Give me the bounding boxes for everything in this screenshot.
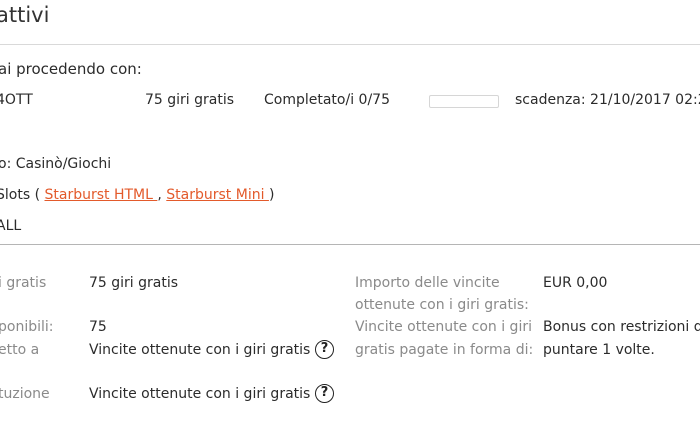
row2-right-value-line2: puntare 1 volte. — [543, 342, 655, 358]
row2-value-line2: Vincite ottenute con i giri gratis — [89, 342, 311, 358]
row2-value-line1: 75 — [89, 319, 107, 335]
promo-free-spins: 75 giri gratis — [145, 92, 235, 108]
row1-right-label-line1: Importo delle vincite — [355, 275, 500, 291]
row2-right-label-line2: gratis pagate in forma di: — [355, 342, 534, 358]
row1-right-value: EUR 0,00 — [543, 275, 608, 291]
slots-line: Slots ( Starburst HTML , Starburst Mini … — [0, 187, 274, 203]
row2-label-line2: etto a — [0, 342, 40, 358]
bonus-page: attivi ai procedendo con: 4OTT 75 giri g… — [0, 0, 700, 441]
slots-suffix: ) — [268, 187, 275, 203]
category-line: o: Casinò/Giochi — [0, 156, 112, 172]
row3-label: tuzione — [0, 386, 50, 402]
title-divider — [0, 44, 700, 45]
row1-right-label-line2: ottenute con i giri gratis: — [355, 297, 529, 313]
promo-completed: Completato/i 0/75 — [264, 92, 390, 108]
promo-expiry: scadenza: 21/10/2017 02:2 — [515, 92, 700, 108]
row1-value: 75 giri gratis — [89, 275, 179, 291]
page-title: attivi — [0, 3, 50, 27]
row1-label: i gratis — [0, 275, 47, 291]
row2-label-line1: ponibili: — [0, 319, 54, 335]
promo-code: 4OTT — [0, 92, 33, 108]
row3-value: Vincite ottenute con i giri gratis — [89, 386, 311, 402]
row2-right-label-line1: Vincite ottenute con i giri — [355, 319, 532, 335]
promo-intro: ai procedendo con: — [0, 60, 142, 78]
row2-right-value-line1: Bonus con restrizioni d — [543, 319, 700, 335]
promo-progress-bar — [429, 95, 499, 108]
starburst-html-link[interactable]: Starburst HTML — [45, 187, 158, 203]
slots-prefix: Slots ( — [0, 187, 45, 203]
platform-line: ALL — [0, 218, 22, 234]
starburst-mini-link[interactable]: Starburst Mini — [166, 187, 269, 203]
question-circle-icon[interactable]: ? — [315, 340, 334, 359]
details-divider — [0, 244, 700, 245]
slots-separator: , — [157, 187, 167, 203]
question-circle-icon[interactable]: ? — [315, 384, 334, 403]
